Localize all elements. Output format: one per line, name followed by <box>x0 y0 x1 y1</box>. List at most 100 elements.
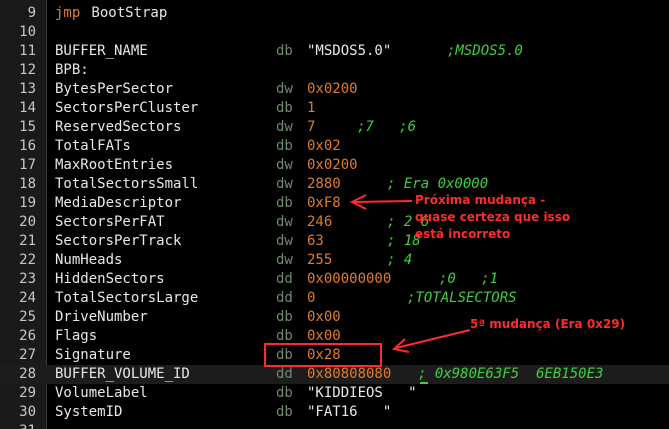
line-number: 14 <box>19 100 36 116</box>
code-line[interactable]: 28 BUFFER_VOLUME_ID dd 0x80808080 ; 0x980E63… <box>0 365 669 384</box>
directive: db <box>276 100 293 116</box>
jmp-keyword: jmp <box>55 5 81 21</box>
code-line[interactable]: 16 TotalFATs db 0x02 <box>0 137 669 156</box>
code-line[interactable]: 29 VolumeLabel db "KIDDIEOS " <box>0 384 669 403</box>
line-number: 20 <box>19 214 36 230</box>
directive: db <box>276 347 293 363</box>
directive: db <box>276 195 293 211</box>
code-line[interactable]: 23 HiddenSectors dd 0x00000000 ;0 ;1 <box>0 270 669 289</box>
code-line[interactable]: 22 NumHeads dw 255 ; 4 <box>0 251 669 270</box>
label: NumHeads <box>55 252 123 268</box>
line-number: 29 <box>19 385 36 401</box>
code-line[interactable]: 27 Signature db 0x28 <box>0 346 669 365</box>
operand-value: 0x00000000 <box>307 271 392 287</box>
label: TotalFATs <box>55 138 131 154</box>
directive: db <box>276 309 293 325</box>
label: BUFFER_VOLUME_ID <box>55 366 190 382</box>
line-number: 17 <box>19 157 36 173</box>
line-number: 23 <box>19 271 36 287</box>
comment: ;MSDOS5.0 <box>447 43 523 59</box>
line-number: 19 <box>19 195 36 211</box>
line-number: 31 <box>0 422 36 429</box>
code-line[interactable]: 24 TotalSectorsLarge dd 0 ;TOTALSECTORS <box>0 289 669 308</box>
directive: db <box>276 404 293 420</box>
comment: ;TOTALSECTORS <box>407 290 517 306</box>
label: BUFFER_NAME <box>55 43 148 59</box>
line-number: 25 <box>19 309 36 325</box>
line-number: 15 <box>19 119 36 135</box>
line-number: 27 <box>19 347 36 363</box>
label: SectorsPerTrack <box>55 233 182 249</box>
label: ReservedSectors <box>55 119 182 135</box>
comment: ;0 ;1 <box>439 271 499 287</box>
jmp-target: BootStrap <box>83 5 168 21</box>
code-line[interactable]: 12 BPB: <box>0 61 669 80</box>
directive: db <box>276 328 293 344</box>
media-note-line3: está incorreto <box>415 227 511 241</box>
media-descriptor-note: Próxima mudança - quase certeza que isso… <box>415 192 570 243</box>
label: Signature <box>55 347 131 363</box>
operand-value: 255 <box>307 252 333 268</box>
line-number: 21 <box>19 233 36 249</box>
operand-value: 0x02 <box>307 138 341 154</box>
directive: db <box>276 43 293 59</box>
line-number: 13 <box>19 81 36 97</box>
label: TotalSectorsSmall <box>55 176 199 192</box>
text-cursor <box>420 365 428 384</box>
code-line[interactable]: 15 ReservedSectors dw 7 ;7 ;6 <box>0 118 669 137</box>
directive: db <box>276 385 293 401</box>
directive: dw <box>276 233 293 249</box>
line-number: 28 <box>19 366 36 382</box>
comment: ; 4 <box>387 252 413 268</box>
directive: dw <box>276 214 293 230</box>
line-number: 30 <box>19 404 36 420</box>
operand-value: 0 <box>307 290 316 306</box>
operand-value: 0x0200 <box>307 81 358 97</box>
media-note-line2: quase certeza que isso <box>415 210 571 224</box>
line-number: 22 <box>19 252 36 268</box>
line-number: 9 <box>27 5 36 21</box>
directive: dw <box>276 81 293 97</box>
code-line[interactable]: 30 SystemID db "FAT16 " <box>0 403 669 422</box>
code-line[interactable]: 31 <box>0 422 669 429</box>
line-number: 26 <box>19 328 36 344</box>
operand-value: 1 <box>307 100 316 116</box>
code-line[interactable]: 9 jmp BootStrap <box>0 4 669 23</box>
label: HiddenSectors <box>55 271 165 287</box>
label: MaxRootEntries <box>55 157 174 173</box>
code-line[interactable]: 11 BUFFER_NAME db "MSDOS5.0" ;MSDOS5.0 <box>0 42 669 61</box>
directive: dd <box>276 271 293 287</box>
operand-value: 0x0200 <box>307 157 358 173</box>
directive: dw <box>276 157 293 173</box>
code-line[interactable]: 14 SectorsPerCluster db 1 <box>0 99 669 118</box>
directive: dw <box>276 252 293 268</box>
line-number: 11 <box>19 43 36 59</box>
directive: dw <box>276 176 293 192</box>
operand-value: 246 <box>307 214 333 230</box>
label: BPB: <box>55 62 89 78</box>
operand-value: 2880 <box>307 176 341 192</box>
line-number: 16 <box>19 138 36 154</box>
code-editor[interactable]: 9 jmp BootStrap 10 11 BUFFER_NAME db "MSDOS5.0… <box>0 0 669 429</box>
label: SectorsPerCluster <box>55 100 199 116</box>
label: DriveNumber <box>55 309 148 325</box>
comment: ; 0x980E63F5 6EB150E3 <box>418 366 604 382</box>
label: TotalSectorsLarge <box>55 290 199 306</box>
line-number: 12 <box>19 62 36 78</box>
operand-value: "KIDDIEOS " <box>307 385 417 401</box>
directive: dw <box>276 119 293 135</box>
media-note-line1: Próxima mudança - <box>415 193 546 207</box>
operand-value: 0xF8 <box>307 195 341 211</box>
signature-note: 5ª mudança (Era 0x29) <box>470 317 626 331</box>
code-line[interactable]: 10 <box>0 23 669 42</box>
label: SectorsPerFAT <box>55 214 165 230</box>
comment: ;7 ;6 <box>357 119 417 135</box>
code-line[interactable]: 13 BytesPerSector dw 0x0200 <box>0 80 669 99</box>
operand-value: 0x00 <box>307 328 341 344</box>
directive: dd <box>276 290 293 306</box>
operand-value: 7 <box>307 119 316 135</box>
code-line[interactable]: 17 MaxRootEntries dw 0x0200 <box>0 156 669 175</box>
operand-value: 0x80808080 <box>307 366 392 382</box>
line-number: 10 <box>19 24 36 40</box>
operand-value: "MSDOS5.0" <box>307 43 392 59</box>
